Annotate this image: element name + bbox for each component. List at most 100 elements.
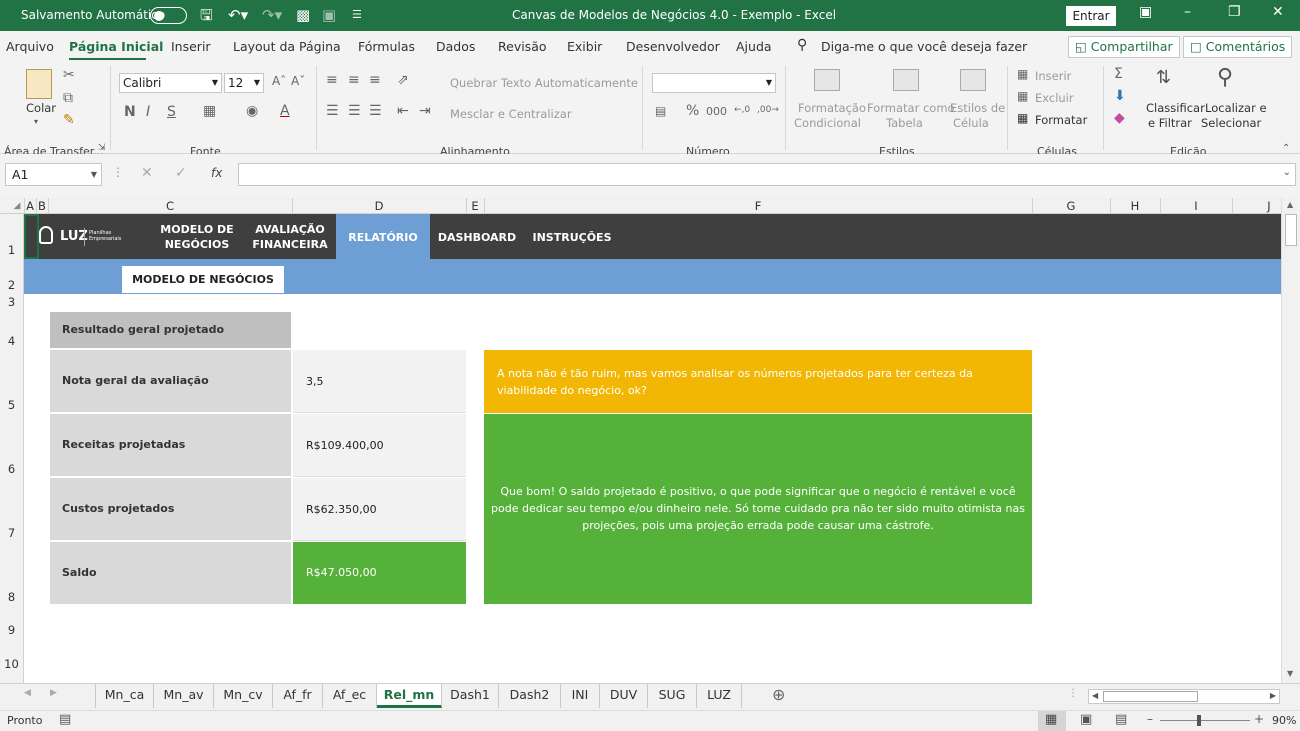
sheet-tab-rel-mn[interactable]: Rel_mn	[377, 684, 442, 708]
formula-input[interactable]: ⌄	[238, 163, 1296, 186]
tell-me-input[interactable]: Diga-me o que você deseja fazer	[821, 39, 1027, 54]
underline-icon[interactable]: S	[167, 104, 176, 120]
col-header-e[interactable]: E	[466, 199, 484, 213]
tab-pagina-inicial[interactable]: Página Inicial	[69, 39, 163, 54]
sort-filter-label-2[interactable]: e Filtrar	[1148, 116, 1192, 130]
paste-label[interactable]: Colar	[26, 101, 56, 115]
sheet-tab-ini[interactable]: INI	[561, 684, 600, 708]
value-receitas[interactable]: R$109.400,00	[293, 414, 466, 477]
decrease-decimal-icon[interactable]: ,00→	[757, 105, 779, 115]
delete-cells-button[interactable]: Excluir	[1035, 91, 1074, 105]
cell-styles-icon[interactable]	[960, 69, 986, 91]
align-top-icon[interactable]: ≡	[326, 72, 338, 88]
format-cells-button[interactable]: Formatar	[1035, 113, 1087, 127]
copy-icon[interactable]: ⧉	[63, 90, 73, 106]
accounting-format-icon[interactable]: ▤	[655, 104, 666, 118]
sheet-tab-mn-ca[interactable]: Mn_ca	[96, 684, 154, 708]
font-color-icon[interactable]: A	[280, 103, 290, 119]
hscroll-thumb[interactable]	[1103, 691, 1198, 702]
camera-icon[interactable]: ▣	[322, 6, 336, 24]
tab-exibir[interactable]: Exibir	[567, 39, 602, 54]
sheet-tab-duv[interactable]: DUV	[600, 684, 648, 708]
percent-icon[interactable]: %	[686, 103, 699, 119]
zoom-slider[interactable]	[1160, 720, 1250, 721]
redo-icon[interactable]: ↷▾	[262, 6, 282, 24]
col-header-d[interactable]: D	[292, 199, 466, 213]
sheet-tab-dash2[interactable]: Dash2	[499, 684, 561, 708]
row-header-3[interactable]: 3	[0, 295, 23, 309]
conditional-format-icon[interactable]	[814, 69, 840, 91]
sort-filter-icon[interactable]: ⇅	[1156, 67, 1171, 88]
find-select-label-2[interactable]: Selecionar	[1201, 116, 1261, 130]
sub-tab-modelo-negocios[interactable]: MODELO DE NEGÓCIOS	[122, 266, 284, 293]
borders-icon[interactable]: ▦	[203, 103, 216, 119]
increase-decimal-icon[interactable]: ←,0	[734, 105, 750, 115]
font-size-select[interactable]: 12 ▼	[224, 73, 264, 93]
macro-record-icon[interactable]: ▤	[59, 712, 71, 727]
nav-relatorio[interactable]: RELATÓRIO	[336, 230, 430, 245]
sheet-tab-dash1[interactable]: Dash1	[442, 684, 499, 708]
value-nota-geral[interactable]: 3,5	[293, 350, 466, 413]
tab-scroll-left-icon[interactable]: ◀	[24, 688, 31, 698]
undo-icon[interactable]: ↶▾	[228, 6, 248, 24]
row-header-10[interactable]: 10	[0, 657, 23, 671]
format-table-label-1[interactable]: Formatar como	[867, 101, 955, 115]
value-custos[interactable]: R$62.350,00	[293, 478, 466, 541]
page-layout-view-icon[interactable]: ▣	[1080, 712, 1092, 727]
find-select-label-1[interactable]: Localizar e	[1205, 101, 1267, 115]
font-name-select[interactable]: Calibri ▼	[119, 73, 222, 93]
tab-dados[interactable]: Dados	[436, 39, 475, 54]
selected-cell-a1[interactable]	[24, 214, 39, 259]
insert-cells-icon[interactable]: ▦	[1017, 67, 1028, 81]
hscroll-right-icon[interactable]: ▶	[1270, 691, 1276, 700]
italic-icon[interactable]: I	[146, 104, 150, 120]
save-icon[interactable]: 🖫	[200, 6, 213, 24]
shrink-font-icon[interactable]: Aˇ	[291, 74, 305, 88]
nav-instrucoes[interactable]: INSTRUÇÕES	[532, 230, 612, 245]
nav-avaliacao-financeira[interactable]: AVALIAÇÃO FINANCEIRA	[250, 222, 330, 252]
tab-formulas[interactable]: Fórmulas	[358, 39, 415, 54]
sheet-tab-af-ec[interactable]: Af_ec	[323, 684, 377, 708]
close-icon[interactable]: ✕	[1272, 4, 1284, 20]
sort-filter-label-1[interactable]: Classificar	[1146, 101, 1205, 115]
row-header-7[interactable]: 7	[0, 526, 23, 540]
zoom-slider-thumb[interactable]	[1197, 715, 1201, 726]
find-icon[interactable]: ⚲	[1217, 65, 1233, 90]
fill-icon[interactable]: ⬇	[1114, 88, 1126, 104]
normal-view-button[interactable]: ▦	[1038, 711, 1066, 731]
scroll-down-icon[interactable]: ▼	[1287, 669, 1293, 678]
row-header-5[interactable]: 5	[0, 398, 23, 412]
tab-inserir[interactable]: Inserir	[171, 39, 211, 54]
tab-revisao[interactable]: Revisão	[498, 39, 547, 54]
zoom-in-icon[interactable]: +	[1254, 712, 1264, 726]
wrap-text-button[interactable]: Quebrar Texto Automaticamente	[450, 76, 638, 90]
col-header-a[interactable]: A	[24, 199, 36, 213]
fill-color-icon[interactable]: ◉	[246, 103, 258, 119]
tab-scroll-right-icon[interactable]: ▶	[50, 688, 57, 698]
nav-dashboard[interactable]: DASHBOARD	[437, 230, 517, 245]
cut-icon[interactable]: ✂	[63, 67, 75, 83]
bold-icon[interactable]: N	[124, 104, 136, 120]
sheet-tab-sug[interactable]: SUG	[648, 684, 697, 708]
cell-styles-label-1[interactable]: Estilos de	[950, 101, 1005, 115]
align-right-icon[interactable]: ☰	[369, 103, 382, 119]
hscroll-left-icon[interactable]: ◀	[1092, 691, 1098, 700]
col-header-b[interactable]: B	[36, 199, 48, 213]
align-left-icon[interactable]: ☰	[326, 103, 339, 119]
insert-cells-button[interactable]: Inserir	[1035, 69, 1071, 83]
scroll-thumb[interactable]	[1285, 214, 1297, 246]
format-table-label-2[interactable]: Tabela	[886, 116, 923, 130]
row-header-1[interactable]: 1	[0, 243, 23, 257]
clipboard-launcher-icon[interactable]: ⇲	[98, 143, 106, 153]
name-box[interactable]: A1 ▼	[5, 163, 102, 186]
col-header-h[interactable]: H	[1110, 199, 1160, 213]
number-format-select[interactable]: ▼	[652, 73, 776, 93]
sheet-tab-af-fr[interactable]: Af_fr	[273, 684, 323, 708]
customize-toolbar-icon[interactable]: ☰	[352, 6, 362, 24]
col-header-c[interactable]: C	[48, 199, 292, 213]
horizontal-scrollbar[interactable]: ◀ ▶	[1088, 689, 1280, 704]
zoom-out-icon[interactable]: –	[1147, 712, 1153, 726]
nav-modelo-negocios[interactable]: MODELO DE NEGÓCIOS	[157, 222, 237, 252]
zoom-level[interactable]: 90%	[1272, 714, 1296, 727]
row-header-9[interactable]: 9	[0, 623, 23, 637]
